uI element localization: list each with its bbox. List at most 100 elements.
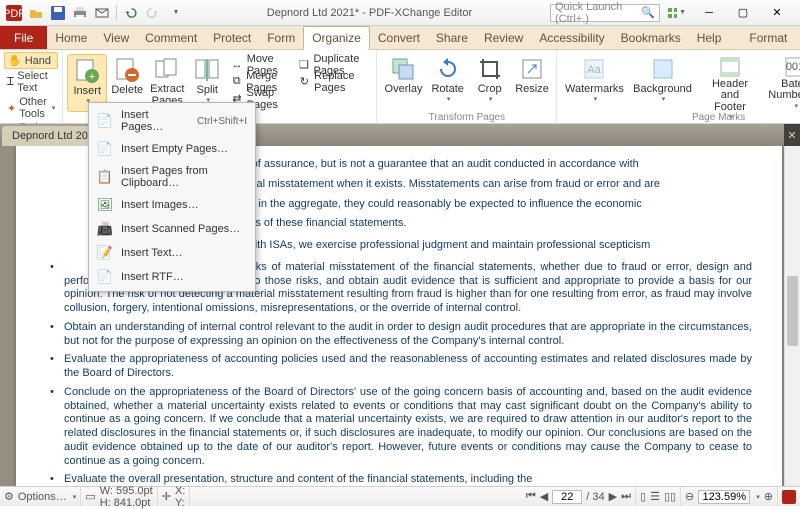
tab-view[interactable]: View bbox=[95, 26, 137, 49]
hand-icon: ✋ bbox=[8, 54, 22, 67]
tab-protect[interactable]: Protect bbox=[205, 26, 259, 49]
title-right: Quick Launch (Ctrl+.)🔍 ▼ ─ ▢ ✕ bbox=[550, 2, 800, 24]
rotate-button[interactable]: Rotate▾ bbox=[428, 53, 468, 111]
rtf-icon: 📄 bbox=[97, 269, 113, 285]
tab-close-button[interactable]: ✕ bbox=[784, 124, 800, 146]
find-button[interactable]: 🔎Find… bbox=[795, 29, 800, 46]
print-icon[interactable] bbox=[70, 3, 90, 23]
insert-text-item[interactable]: 📝Insert Text… bbox=[91, 241, 253, 265]
select-text-tool[interactable]: ᏆSelect Text bbox=[4, 69, 58, 95]
first-page-button[interactable]: ⏮ bbox=[526, 490, 536, 503]
cursor-icon: Ꮖ bbox=[7, 76, 14, 89]
scroll-thumb[interactable] bbox=[787, 276, 798, 346]
open-icon[interactable] bbox=[26, 3, 46, 23]
size-icon: ▭ bbox=[85, 490, 95, 503]
crop-icon bbox=[476, 55, 504, 83]
extract-icon bbox=[153, 56, 181, 84]
bates-icon: 001 bbox=[781, 55, 800, 79]
page-size: ▭W: 595.0ptH: 841.0pt bbox=[81, 487, 157, 506]
page-nav: ⏮ ◀ / 34 ▶ ⏭ bbox=[522, 487, 636, 506]
hand-tool[interactable]: ✋Hand bbox=[4, 52, 58, 69]
background-icon bbox=[649, 55, 677, 83]
minimize-button[interactable]: ─ bbox=[692, 2, 726, 24]
insert-empty-item[interactable]: 📄Insert Empty Pages… bbox=[91, 137, 253, 161]
insert-pages-item[interactable]: 📄Insert Pages…Ctrl+Shift+I bbox=[91, 105, 253, 137]
list-item: Evaluate the appropriateness of accounti… bbox=[46, 353, 752, 381]
quick-launch-input[interactable]: Quick Launch (Ctrl+.)🔍 bbox=[550, 4, 660, 22]
merge-icon: ⧉ bbox=[231, 74, 242, 90]
zoom-dropdown[interactable]: ▾ bbox=[756, 493, 760, 501]
quick-access-toolbar: PDF ▼ bbox=[0, 3, 189, 23]
zoom-out-button[interactable]: ⊖ bbox=[685, 490, 694, 503]
tab-form[interactable]: Form bbox=[259, 26, 303, 49]
layout-single-icon[interactable]: ▯ bbox=[640, 490, 646, 503]
text-icon: 📝 bbox=[97, 245, 113, 261]
zoom-controls: ⊖ ▾ ⊕ bbox=[681, 487, 778, 506]
zoom-in-button[interactable]: ⊕ bbox=[764, 490, 773, 503]
status-bar: ⚙Options…▾ ▭W: 595.0ptH: 841.0pt ✛X:Y: ⏮… bbox=[0, 486, 800, 506]
save-icon[interactable] bbox=[48, 3, 68, 23]
next-page-button[interactable]: ▶ bbox=[609, 490, 617, 503]
scanner-icon: 📠 bbox=[97, 221, 113, 237]
background-button[interactable]: Background▾ bbox=[630, 53, 696, 111]
insert-clipboard-item[interactable]: 📋Insert Pages from Clipboard… bbox=[91, 161, 253, 193]
zoom-input[interactable] bbox=[698, 490, 750, 504]
tools-icon: ✦ bbox=[7, 102, 16, 115]
insert-icon: + bbox=[73, 57, 101, 85]
vertical-scrollbar[interactable] bbox=[784, 146, 800, 486]
tab-share[interactable]: Share bbox=[428, 26, 476, 49]
redo-icon[interactable] bbox=[143, 3, 163, 23]
crop-button[interactable]: Crop▾ bbox=[470, 53, 510, 111]
tab-review[interactable]: Review bbox=[476, 26, 531, 49]
app-icon[interactable]: PDF bbox=[4, 3, 24, 23]
undo-icon[interactable] bbox=[121, 3, 141, 23]
page-input[interactable] bbox=[552, 490, 582, 504]
ui-options-icon[interactable]: ▼ bbox=[666, 3, 686, 23]
tab-organize[interactable]: Organize bbox=[303, 26, 370, 50]
crosshair-icon: ✛ bbox=[162, 490, 171, 503]
last-page-button[interactable]: ⏭ bbox=[621, 490, 631, 503]
empty-page-icon: 📄 bbox=[97, 141, 113, 157]
options-button[interactable]: ⚙Options…▾ bbox=[0, 487, 81, 506]
watermarks-button[interactable]: AaWatermarks▾ bbox=[561, 53, 627, 111]
close-button[interactable]: ✕ bbox=[760, 2, 794, 24]
file-menu[interactable]: File bbox=[0, 26, 47, 49]
svg-text:001: 001 bbox=[786, 61, 800, 73]
svg-text:+: + bbox=[89, 71, 95, 83]
tab-format[interactable]: Format bbox=[741, 26, 795, 49]
overlay-button[interactable]: Overlay bbox=[381, 53, 425, 111]
insert-images-item[interactable]: 🖼Insert Images… bbox=[91, 193, 253, 217]
layout-facing-icon[interactable]: ▯▯ bbox=[664, 490, 676, 503]
menu-bar: File Home View Comment Protect Form Orga… bbox=[0, 26, 800, 50]
header-footer-button[interactable]: Header andFooter▾ bbox=[698, 53, 763, 111]
tab-comment[interactable]: Comment bbox=[137, 26, 205, 49]
prev-page-button[interactable]: ◀ bbox=[540, 490, 548, 503]
layout-cont-icon[interactable]: ☰ bbox=[650, 490, 660, 503]
replace-pages-button[interactable]: ↻Replace Pages bbox=[295, 73, 373, 90]
layout-buttons: ▯ ☰ ▯▯ bbox=[636, 487, 681, 506]
clipboard-icon: 📋 bbox=[97, 169, 113, 185]
tab-help[interactable]: Help bbox=[689, 26, 730, 49]
insert-scanned-item[interactable]: 📠Insert Scanned Pages… bbox=[91, 217, 253, 241]
transform-group-label: Transform Pages bbox=[381, 111, 552, 123]
list-item: Obtain an understanding of internal cont… bbox=[46, 321, 752, 349]
tab-accessibility[interactable]: Accessibility bbox=[531, 26, 612, 49]
tab-bookmarks[interactable]: Bookmarks bbox=[613, 26, 689, 49]
fullscreen-button[interactable] bbox=[778, 487, 800, 506]
insert-rtf-item[interactable]: 📄Insert RTF… bbox=[91, 265, 253, 289]
list-item: Conclude on the appropriateness of the B… bbox=[46, 386, 752, 469]
qat-dropdown-icon[interactable]: ▼ bbox=[165, 3, 185, 23]
watermark-icon: Aa bbox=[580, 55, 608, 83]
tab-home[interactable]: Home bbox=[47, 26, 95, 49]
svg-text:PDF: PDF bbox=[6, 8, 22, 20]
tab-convert[interactable]: Convert bbox=[370, 26, 428, 49]
resize-button[interactable]: Resize bbox=[512, 53, 553, 111]
maximize-button[interactable]: ▢ bbox=[726, 2, 760, 24]
bates-button[interactable]: 001BatesNumbering▾ bbox=[764, 53, 800, 111]
other-tools[interactable]: ✦Other Tools▾ bbox=[4, 95, 58, 121]
insert-dropdown: 📄Insert Pages…Ctrl+Shift+I 📄Insert Empty… bbox=[88, 102, 256, 292]
resize-icon bbox=[518, 55, 546, 83]
email-icon[interactable] bbox=[92, 3, 112, 23]
gear-icon: ⚙ bbox=[4, 490, 14, 503]
image-icon: 🖼 bbox=[97, 197, 113, 213]
